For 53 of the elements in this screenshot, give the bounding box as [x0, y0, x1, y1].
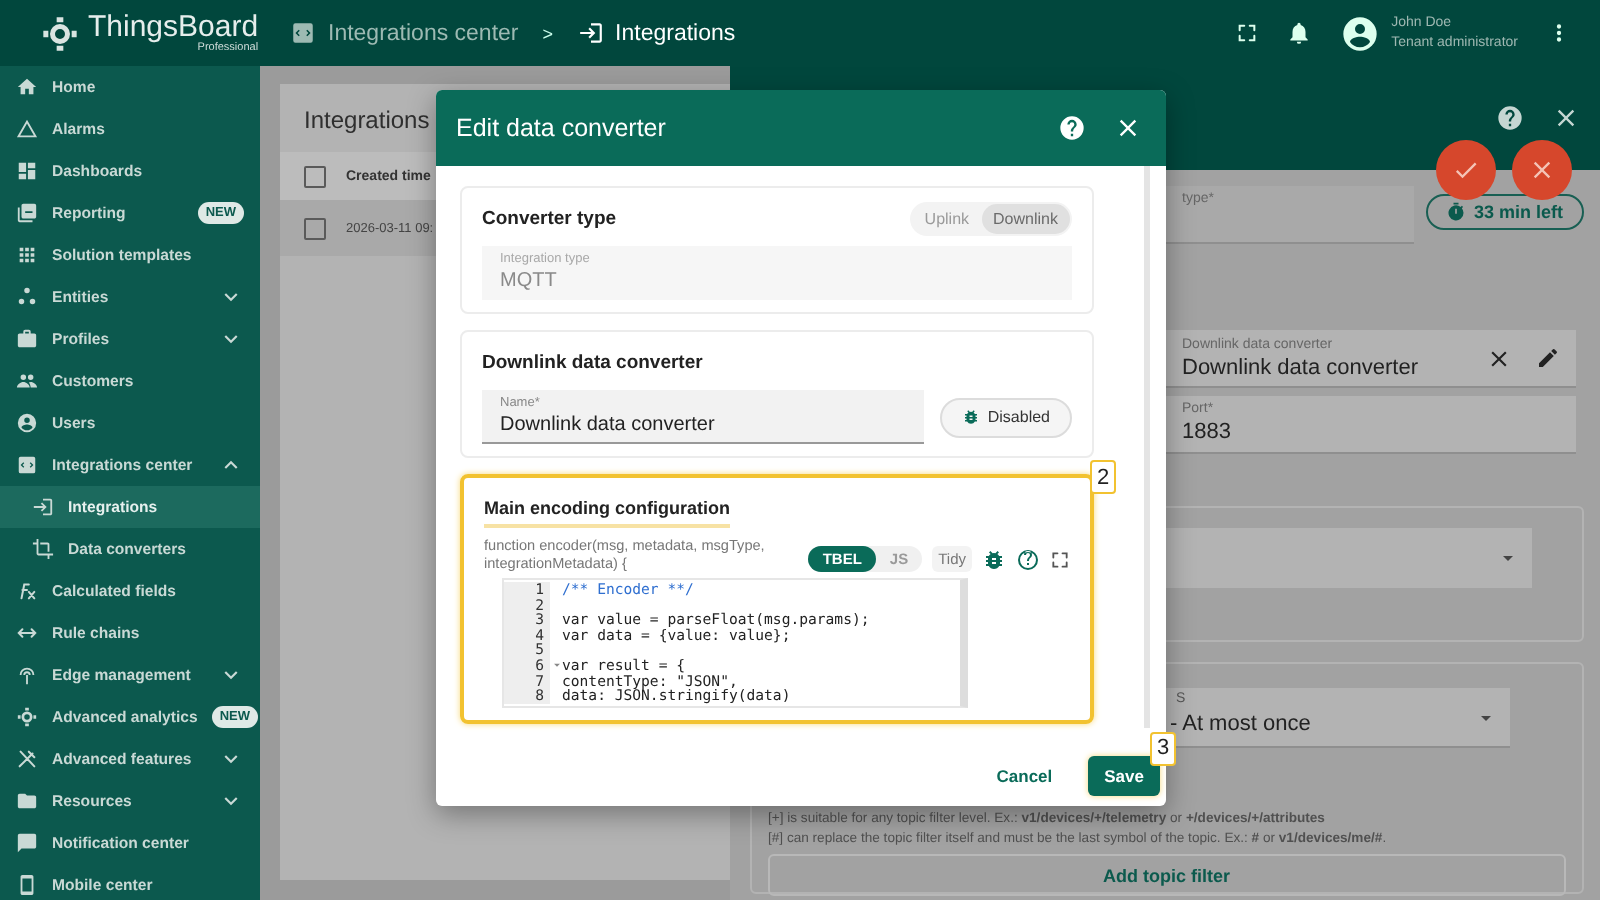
debug-button[interactable]: Disabled — [939, 397, 1072, 437]
close-icon — [1528, 156, 1556, 184]
crop-icon — [32, 538, 54, 560]
card-title: Downlink data converter — [482, 351, 703, 373]
breadcrumb-separator: > — [542, 23, 554, 43]
bug-icon[interactable] — [982, 547, 1006, 571]
bug-icon — [961, 408, 980, 426]
toggle-option[interactable]: Downlink — [981, 203, 1070, 233]
arrows-icon — [16, 622, 38, 644]
breadcrumb-link[interactable]: Integrations center — [328, 21, 519, 45]
add-topic-filter-button[interactable]: Add topic filter — [768, 854, 1566, 896]
enter-icon — [577, 20, 604, 46]
code-icon — [290, 20, 316, 46]
close-icon[interactable] — [1114, 114, 1142, 142]
enter-icon — [32, 496, 54, 518]
chat-icon — [16, 832, 38, 854]
panel-title: Integrations — [304, 106, 430, 134]
card-title: Converter type — [482, 207, 617, 229]
gear-logo-icon — [40, 13, 80, 53]
people-icon — [16, 370, 38, 392]
help-icon[interactable] — [1495, 104, 1524, 132]
step-number: 3 — [1150, 731, 1176, 766]
home-icon — [16, 76, 38, 98]
dialog-title: Edit data converter — [456, 114, 668, 142]
tools-icon — [16, 748, 38, 770]
antenna-icon — [16, 664, 38, 686]
logo-title: ThingsBoard — [88, 12, 259, 42]
avatar-icon[interactable] — [1339, 13, 1380, 53]
phone-icon — [16, 874, 38, 896]
warning-icon — [16, 118, 38, 140]
report-icon — [16, 202, 38, 224]
card-title: Main encoding configuration — [484, 498, 730, 528]
dots-grid-icon — [16, 244, 38, 266]
folder-icon — [16, 790, 38, 812]
help-icon[interactable] — [1016, 547, 1040, 571]
bell-icon[interactable] — [1285, 20, 1312, 46]
pencil-icon[interactable] — [1536, 346, 1560, 370]
save-button[interactable]: Save — [1088, 755, 1160, 796]
timer-icon — [1446, 202, 1466, 222]
code-icon — [16, 454, 38, 476]
help-icon[interactable] — [1058, 114, 1086, 142]
breadcrumb-link[interactable]: Integrations — [615, 21, 736, 45]
grid-icon — [16, 160, 38, 182]
gear-icon — [16, 706, 38, 728]
function-icon — [16, 580, 38, 602]
fullscreen-icon[interactable] — [1050, 549, 1070, 569]
cancel-button[interactable]: Cancel — [980, 755, 1069, 796]
field-value: Downlink data converter — [1182, 355, 1421, 379]
checkbox[interactable] — [304, 217, 326, 239]
checkbox[interactable] — [304, 165, 326, 187]
briefcase-icon — [16, 328, 38, 350]
step-number: 2 — [1090, 460, 1116, 494]
nodes-icon — [16, 286, 38, 308]
